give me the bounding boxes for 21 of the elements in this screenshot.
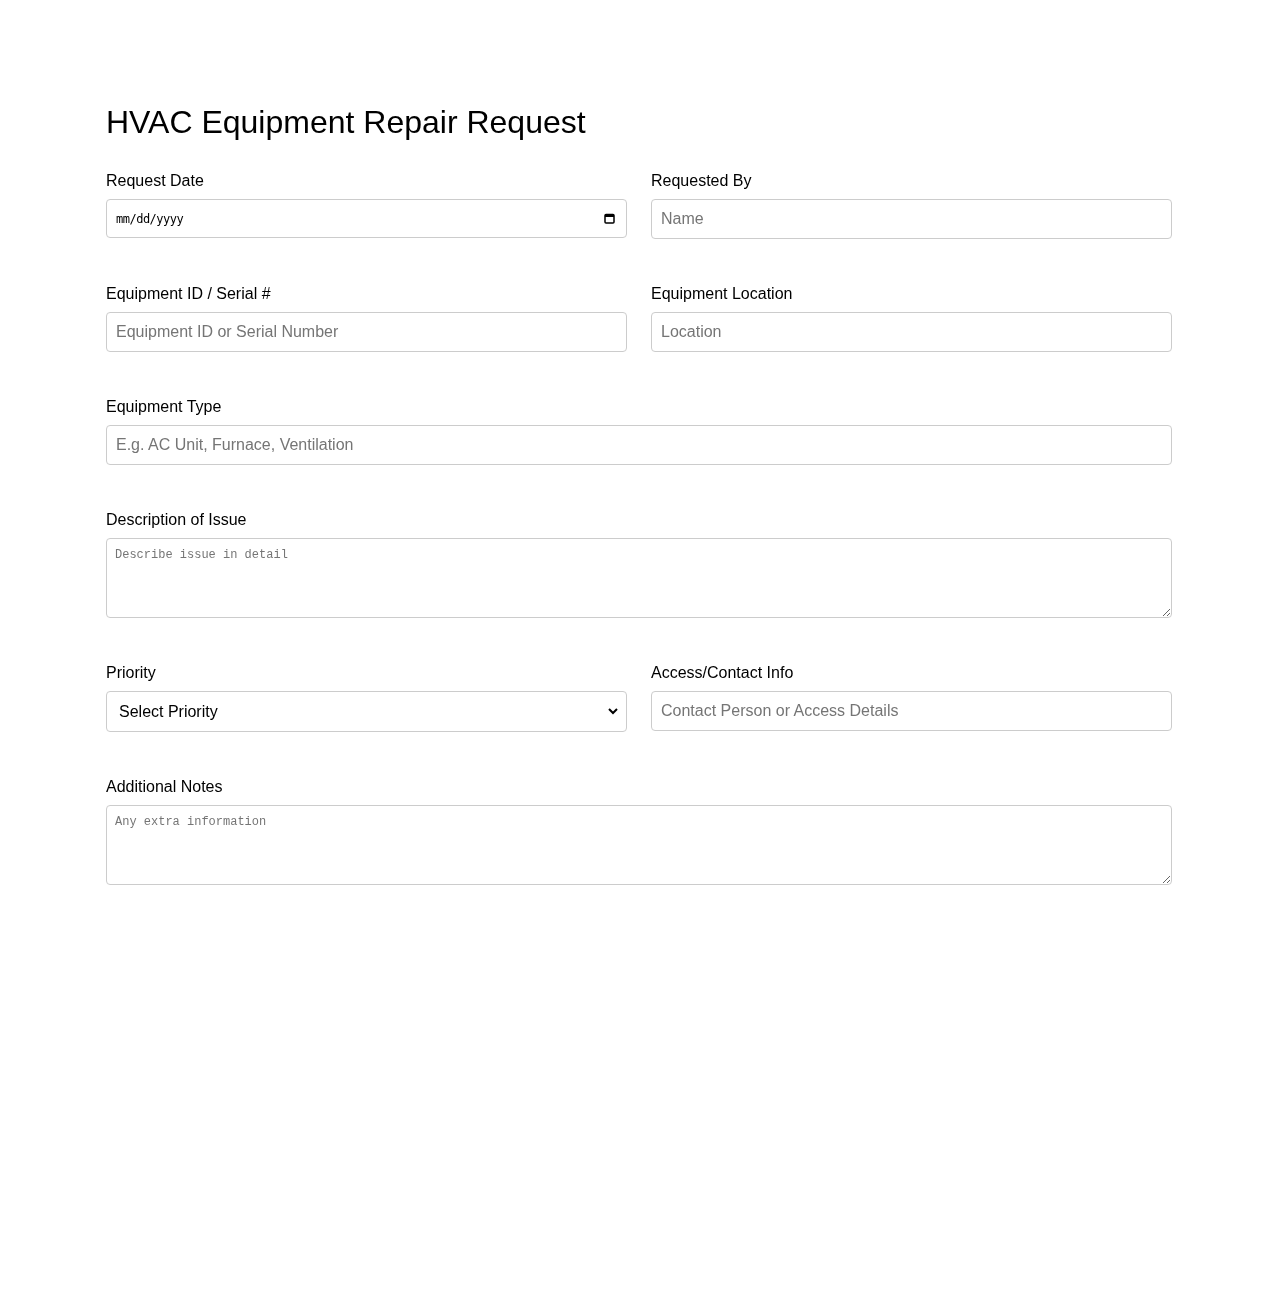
- chevron-down-icon: [608, 708, 618, 715]
- text-field[interactable]: Contact Person or Access Details: [651, 691, 1172, 731]
- field-label: Requested By: [651, 172, 752, 190]
- form-title: HVAC Equipment Repair Request: [106, 104, 586, 140]
- text-area[interactable]: Describe issue in detail: [106, 538, 1172, 618]
- field-label: Description of Issue: [106, 511, 247, 529]
- calendar-icon[interactable]: [604, 213, 615, 224]
- date-field[interactable]: mm/dd/yyyy: [106, 199, 627, 238]
- text-field[interactable]: Equipment ID or Serial Number: [106, 312, 627, 352]
- text-field[interactable]: Location: [651, 312, 1172, 352]
- field-label: Access/Contact Info: [651, 664, 794, 682]
- text-field[interactable]: Name: [651, 199, 1172, 239]
- field-label: Priority: [106, 664, 156, 682]
- priority-select[interactable]: Select Priority: [106, 691, 627, 732]
- text-field[interactable]: E.g. AC Unit, Furnace, Ventilation: [106, 425, 1172, 465]
- field-label: Request Date: [106, 172, 204, 190]
- field-label: Additional Notes: [106, 778, 223, 796]
- field-label: Equipment Location: [651, 285, 793, 303]
- field-label: Equipment Type: [106, 398, 222, 416]
- text-area[interactable]: Any extra information: [106, 805, 1172, 885]
- field-label: Equipment ID / Serial #: [106, 285, 271, 303]
